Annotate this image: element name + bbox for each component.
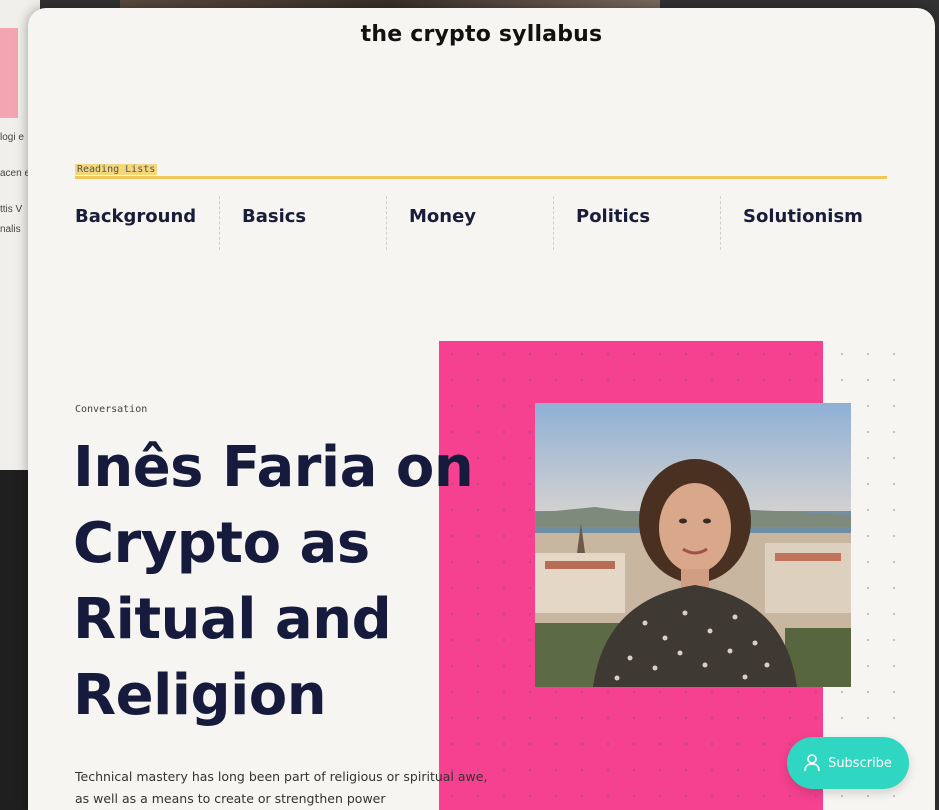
- reading-lists-divider: [75, 176, 887, 179]
- article-headline[interactable]: Inês Faria on Crypto as Ritual and Relig…: [73, 430, 503, 734]
- article-excerpt: Technical mastery has long been part of …: [75, 769, 488, 806]
- hero-portrait-photo[interactable]: [535, 403, 851, 687]
- portrait-illustration: [535, 403, 851, 687]
- reading-lists-nav: Background Basics Money Politics Solutio…: [75, 196, 887, 250]
- site-title[interactable]: the crypto syllabus: [28, 22, 935, 47]
- background-thumbnail: [0, 28, 18, 118]
- nav-item-politics[interactable]: Politics: [554, 196, 721, 250]
- background-text-line: logi e: [0, 132, 24, 143]
- nav-item-background[interactable]: Background: [75, 196, 220, 250]
- background-text-line: ttis V: [0, 204, 23, 215]
- nav-item-money[interactable]: Money: [387, 196, 554, 250]
- reading-lists-label: Reading Lists: [75, 164, 158, 175]
- nav-item-solutionism[interactable]: Solutionism: [721, 196, 887, 250]
- background-text-line: acen e: [0, 168, 30, 179]
- subscribe-button[interactable]: Subscribe: [787, 737, 909, 789]
- background-text-line: nalis: [0, 224, 21, 235]
- article-kicker: Conversation: [75, 404, 148, 415]
- nav-item-basics[interactable]: Basics: [220, 196, 387, 250]
- subscribe-label: Subscribe: [828, 755, 892, 771]
- website-page: the crypto syllabus Reading Lists Backgr…: [28, 8, 935, 810]
- user-icon: [804, 754, 820, 772]
